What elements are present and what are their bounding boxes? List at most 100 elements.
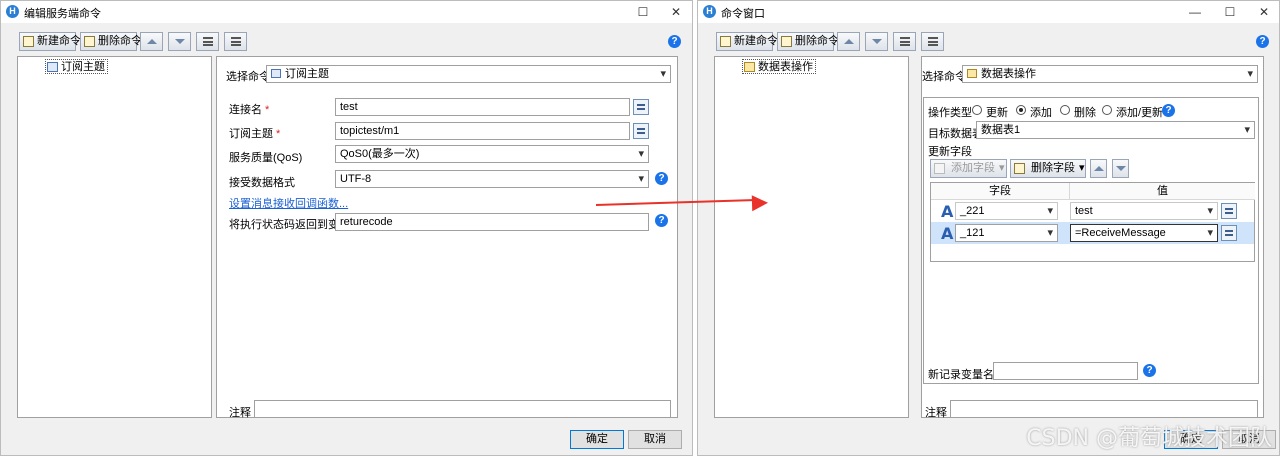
update-fields-label: 更新字段: [928, 146, 972, 158]
required-mark: *: [276, 128, 281, 140]
help-icon[interactable]: ?: [1162, 104, 1175, 117]
arrow-down-icon: [872, 39, 882, 44]
delete-field-button[interactable]: 删除字段 ▾: [1010, 159, 1086, 178]
move-up-button[interactable]: [837, 32, 860, 51]
command-tree: 订阅主题: [17, 56, 212, 418]
text-field-icon: A: [941, 224, 954, 243]
command-window: H 命令窗口 — ☐ ✕ 新建命令 删除命令 ? 数据表操作 选择命令: 数据表…: [697, 0, 1280, 456]
return-var-label: 将执行状态码返回到变量: [229, 219, 350, 231]
radio-add-update[interactable]: [1102, 105, 1112, 115]
qos-dropdown[interactable]: QoS0(最多一次): [335, 145, 649, 163]
help-icon[interactable]: ?: [668, 35, 681, 48]
table-row-selected[interactable]: A _121 =ReceiveMessage: [931, 222, 1254, 244]
app-icon: H: [6, 5, 19, 18]
indent-button[interactable]: [893, 32, 916, 51]
move-down-button[interactable]: [168, 32, 191, 51]
new-command-button[interactable]: 新建命令: [716, 32, 778, 51]
field-dropdown[interactable]: _121: [955, 224, 1058, 242]
topic-label: 订阅主题 *: [229, 125, 280, 141]
watermark: CSDN @葡萄城技术团队: [1026, 426, 1272, 451]
app-icon: H: [703, 5, 716, 18]
arrow-up-icon: [147, 39, 157, 44]
window-title: 编辑服务端命令: [24, 8, 101, 20]
qos-label: 服务质量(QoS): [229, 152, 303, 164]
conn-label: 连接名 *: [229, 101, 269, 117]
new-record-var-input[interactable]: [993, 362, 1138, 380]
edit-server-command-window: H 编辑服务端命令 ☐ ✕ 新建命令 删除命令 ? 订阅主题 选择命令: 订阅主…: [0, 0, 693, 456]
format-dropdown[interactable]: UTF-8: [335, 170, 649, 188]
field-dropdown[interactable]: _221: [955, 202, 1058, 220]
value-dropdown[interactable]: =ReceiveMessage: [1070, 224, 1218, 242]
note-input[interactable]: [254, 400, 671, 418]
radio-add-label: 添加: [1030, 107, 1052, 119]
target-table-dropdown[interactable]: 数据表1: [976, 121, 1255, 139]
topic-label-text: 订阅主题: [229, 128, 273, 140]
command-tree: 数据表操作: [714, 56, 909, 418]
delete-command-label: 删除命令: [795, 35, 839, 47]
note-label: 注释: [229, 407, 251, 419]
callback-link[interactable]: 设置消息接收回调函数...: [229, 195, 348, 211]
value-dropdown[interactable]: test: [1070, 202, 1218, 220]
field-up-button[interactable]: [1090, 159, 1107, 178]
radio-update[interactable]: [972, 105, 982, 115]
add-field-icon: [934, 163, 945, 174]
delete-command-icon: [84, 36, 95, 47]
maximize-icon[interactable]: ☐: [632, 3, 654, 21]
return-var-input[interactable]: returecode: [335, 213, 649, 231]
close-icon[interactable]: ✕: [665, 3, 687, 21]
field-down-button[interactable]: [1112, 159, 1129, 178]
title-bar: H 编辑服务端命令 ☐ ✕: [1, 1, 692, 23]
indent-button[interactable]: [196, 32, 219, 51]
text-field-icon: A: [941, 202, 954, 221]
minimize-icon[interactable]: —: [1184, 3, 1206, 21]
list-button[interactable]: [224, 32, 247, 51]
delete-field-label: 删除字段: [1031, 162, 1075, 174]
help-icon[interactable]: ?: [655, 172, 668, 185]
new-command-icon: [720, 36, 731, 47]
tree-item-subscribe[interactable]: 订阅主题: [45, 59, 108, 74]
radio-delete-label: 删除: [1074, 107, 1096, 119]
arrow-down-icon: [1116, 166, 1126, 171]
add-field-button[interactable]: 添加字段 ▾: [930, 159, 1007, 178]
move-down-button[interactable]: [865, 32, 888, 51]
new-command-label: 新建命令: [734, 35, 778, 47]
close-icon[interactable]: ✕: [1253, 3, 1275, 21]
op-type-label: 操作类型: [928, 107, 972, 119]
help-icon[interactable]: ?: [1143, 364, 1156, 377]
radio-add-update-label: 添加/更新: [1116, 107, 1164, 119]
tree-item-label: 数据表操作: [758, 61, 813, 73]
help-icon[interactable]: ?: [655, 214, 668, 227]
maximize-icon[interactable]: ☐: [1219, 3, 1241, 21]
list-icon: [231, 37, 241, 46]
move-up-button[interactable]: [140, 32, 163, 51]
radio-delete[interactable]: [1060, 105, 1070, 115]
tree-item-table-op[interactable]: 数据表操作: [742, 59, 816, 74]
table-row[interactable]: A _221 test: [931, 200, 1254, 222]
help-icon[interactable]: ?: [1256, 35, 1269, 48]
formula-button[interactable]: [633, 99, 649, 115]
conn-input[interactable]: test: [335, 98, 630, 116]
select-command-dropdown[interactable]: 订阅主题: [266, 65, 671, 83]
formula-button[interactable]: [1221, 203, 1237, 219]
note-label: 注释: [925, 407, 947, 419]
delete-command-button[interactable]: 删除命令: [80, 32, 142, 51]
subscribe-icon: [271, 69, 281, 78]
delete-command-button[interactable]: 删除命令: [777, 32, 839, 51]
target-table-label: 目标数据表: [928, 128, 983, 140]
field-grid: 字段 值 A _221 test A _121 =ReceiveMessage: [930, 182, 1255, 262]
new-command-button[interactable]: 新建命令: [19, 32, 81, 51]
radio-update-label: 更新: [986, 107, 1008, 119]
list-button[interactable]: [921, 32, 944, 51]
note-input[interactable]: [950, 400, 1258, 418]
formula-button[interactable]: [1221, 225, 1237, 241]
ok-button[interactable]: 确定: [570, 430, 624, 449]
arrow-up-icon: [844, 39, 854, 44]
select-command-dropdown[interactable]: 数据表操作: [962, 65, 1258, 83]
delete-command-label: 删除命令: [98, 35, 142, 47]
cancel-button[interactable]: 取消: [628, 430, 682, 449]
arrow-down-icon: [175, 39, 185, 44]
radio-add[interactable]: [1016, 105, 1026, 115]
formula-button[interactable]: [633, 123, 649, 139]
topic-input[interactable]: topictest/m1: [335, 122, 630, 140]
command-editor: 选择命令: 数据表操作 操作类型 更新 添加 删除 添加/更新 ? 目标数据表 …: [921, 56, 1264, 419]
